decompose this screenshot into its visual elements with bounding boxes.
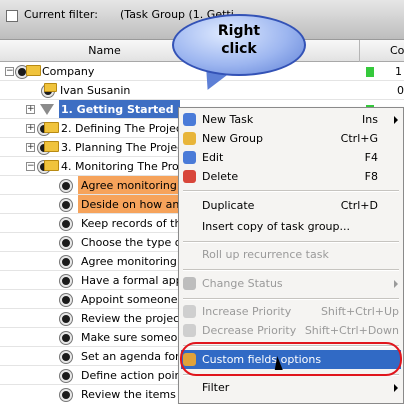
menu-item-edit[interactable]: Edit F4 <box>179 148 403 167</box>
tree-row-label: Choose the type of <box>81 236 186 249</box>
menu-item-insert-copy[interactable]: Insert copy of task group... <box>179 217 403 236</box>
menu-item-increase-priority[interactable]: Increase Priority Shift+Ctrl+Up <box>179 302 403 321</box>
callout-line-1: Right <box>217 23 261 39</box>
tree-row-label: Have a formal appro <box>81 274 194 287</box>
new-task-icon <box>183 113 196 126</box>
highlight-outline <box>180 342 402 376</box>
folder-icon <box>26 65 41 76</box>
submenu-arrow-icon <box>394 280 398 288</box>
menu-separator <box>183 269 399 271</box>
tree-row-label: 4. Monitoring The Projec <box>61 160 195 173</box>
menu-item-duplicate[interactable]: Duplicate Ctrl+D <box>179 196 403 215</box>
menu-separator <box>183 190 399 192</box>
filter-icon <box>40 104 54 115</box>
menu-item-filter[interactable]: Filter <box>179 378 403 397</box>
menu-item-decrease-priority[interactable]: Decrease Priority Shift+Ctrl+Down <box>179 321 403 340</box>
folder-icon <box>44 160 59 171</box>
increase-priority-icon <box>183 305 196 318</box>
eye-icon <box>60 351 72 363</box>
menu-item-new-group[interactable]: New Group Ctrl+G <box>179 129 403 148</box>
tree-row-label: 3. Planning The Project <box>61 141 188 154</box>
submenu-arrow-icon <box>394 116 398 124</box>
folder-icon <box>44 141 59 152</box>
eye-icon <box>60 199 72 211</box>
tree-row-label: Set an agenda for <box>81 350 180 363</box>
eye-icon <box>60 389 72 401</box>
tree-row-label: Ivan Susanin <box>60 84 131 97</box>
tree-row-label: Define action points <box>81 369 192 382</box>
tree-row-label: Deside on how and w <box>78 195 199 214</box>
progress-icon <box>366 67 374 77</box>
menu-item-change-status[interactable]: Change Status <box>179 274 403 293</box>
callout-text: Right click <box>172 22 306 58</box>
folder-icon <box>44 83 57 92</box>
filter-checkbox[interactable] <box>6 10 18 22</box>
decrease-priority-icon <box>183 324 196 337</box>
tree-row-complete: 1 <box>395 65 402 78</box>
column-header-complete[interactable]: Com <box>360 40 404 62</box>
eye-icon <box>60 256 72 268</box>
collapse-icon[interactable]: − <box>5 67 14 76</box>
eye-icon <box>60 275 72 287</box>
menu-separator <box>183 298 399 300</box>
submenu-arrow-icon <box>394 384 398 392</box>
filter-label: Current filter: <box>24 8 98 21</box>
tree-row-label: Make sure someone <box>81 331 192 344</box>
tree-row-label: Agree monitoring an <box>78 176 194 195</box>
menu-item-delete[interactable]: Delete F8 <box>179 167 403 186</box>
tree-row-label: Appoint someone to <box>81 293 193 306</box>
menu-separator <box>183 241 399 243</box>
edit-icon <box>183 151 196 164</box>
tree-row-complete: 0 <box>397 84 404 97</box>
menu-item-roll-up[interactable]: Roll up recurrence task <box>179 245 403 264</box>
tree-row-label: Review the items on <box>81 388 194 401</box>
new-group-icon <box>183 132 196 145</box>
tree-row-label: Review the project c <box>81 312 194 325</box>
menu-item-new-task[interactable]: New Task Ins <box>179 110 403 129</box>
collapse-icon[interactable]: − <box>26 162 35 171</box>
expand-icon[interactable]: + <box>26 143 35 152</box>
tree-row-label: 1. Getting Started <box>59 100 180 119</box>
callout-line-2: click <box>221 41 257 57</box>
eye-icon <box>60 332 72 344</box>
tree-row-label: 2. Defining The Project <box>61 122 187 135</box>
eye-icon <box>60 294 72 306</box>
eye-icon <box>60 370 72 382</box>
expand-icon[interactable]: + <box>26 124 35 133</box>
eye-icon <box>60 313 72 325</box>
status-icon <box>183 277 196 290</box>
tree-row-label: Keep records of the <box>81 217 189 230</box>
tree-row-label: Company <box>42 65 95 78</box>
eye-icon <box>60 180 72 192</box>
eye-icon <box>60 218 72 230</box>
folder-icon <box>44 122 59 133</box>
delete-icon <box>183 170 196 183</box>
expand-icon[interactable]: + <box>26 105 35 114</box>
eye-icon <box>60 237 72 249</box>
